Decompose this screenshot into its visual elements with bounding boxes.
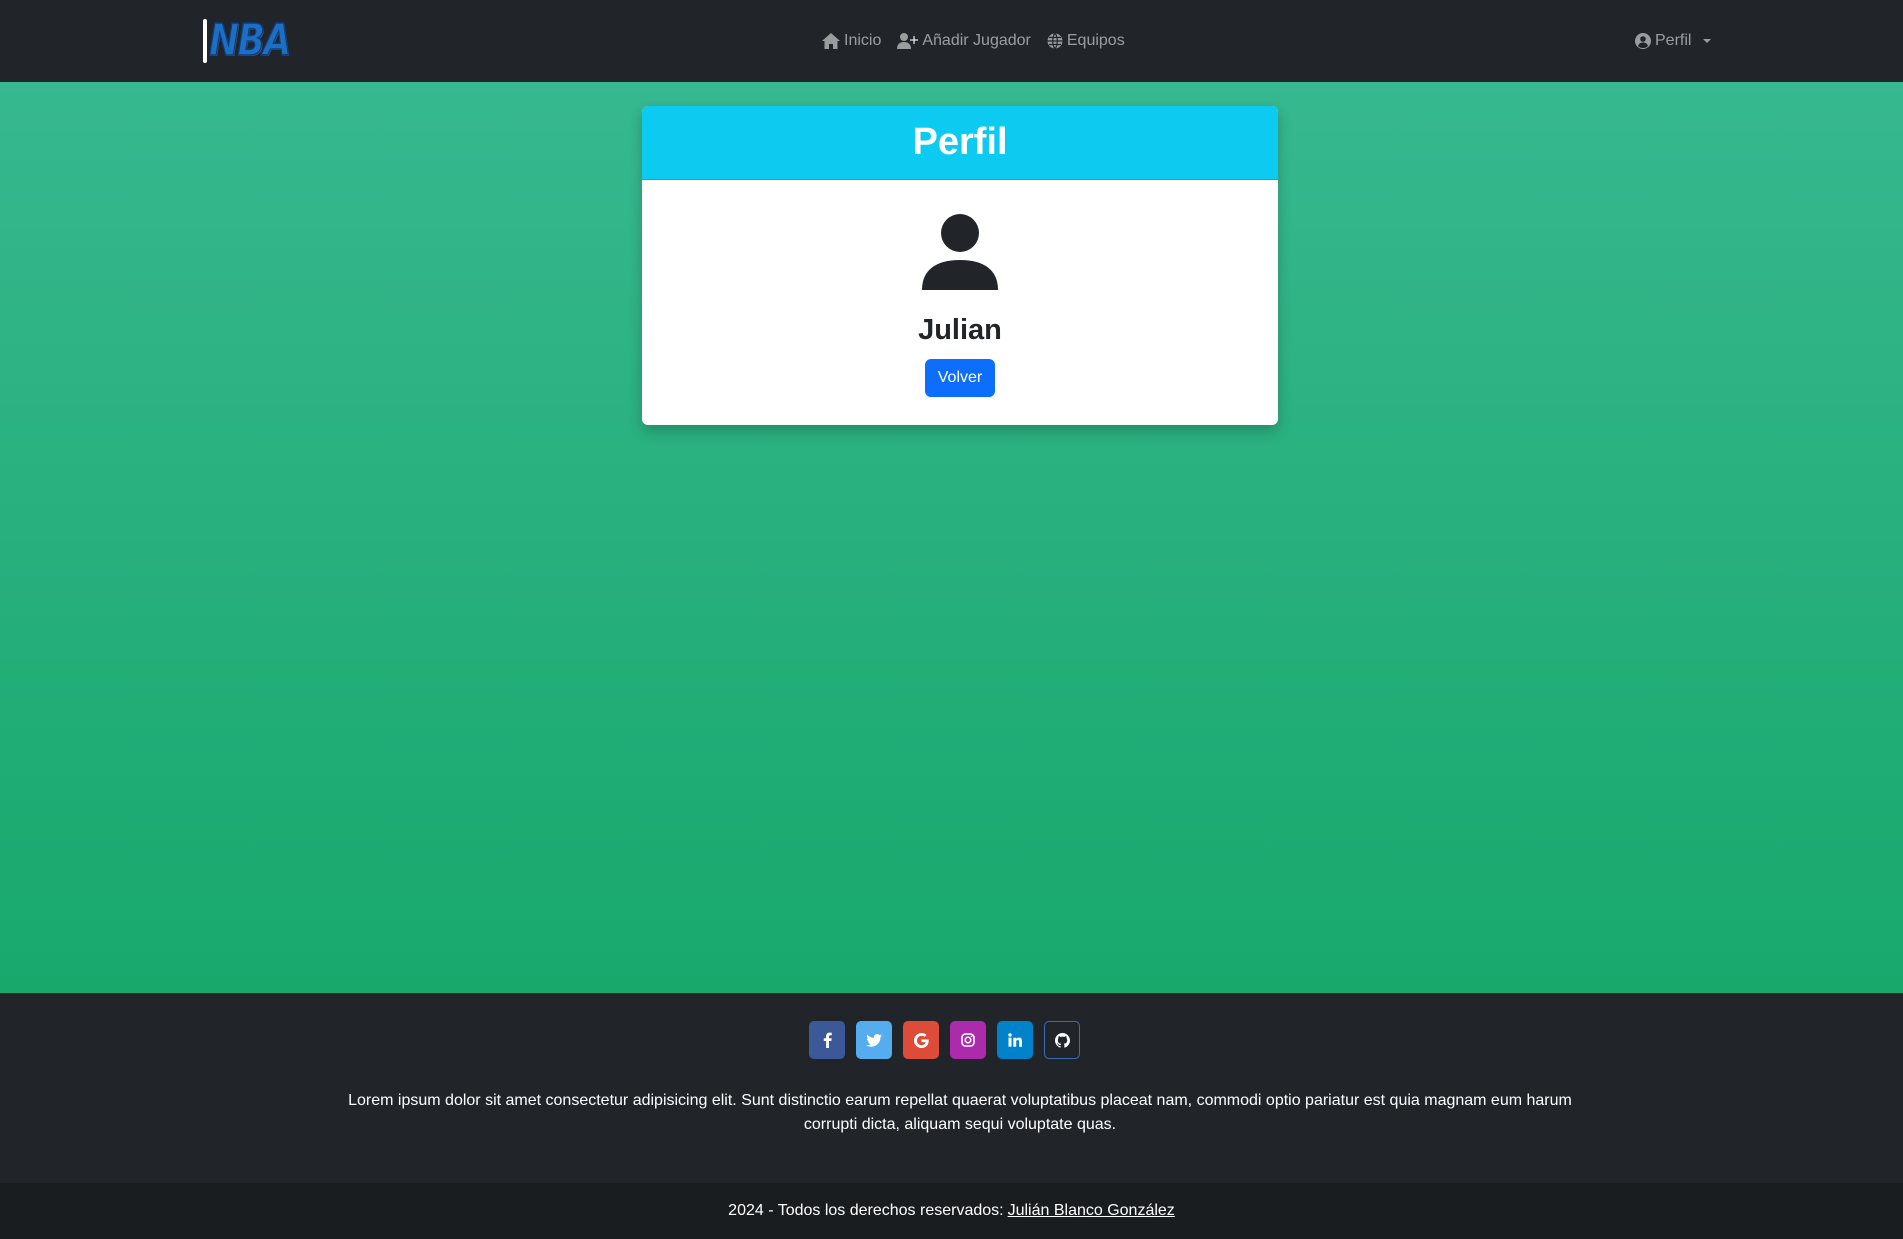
user-name: Julian [918, 314, 1002, 346]
footer-description: Lorem ipsum dolor sit amet consectetur a… [348, 1092, 1572, 1133]
card-body: Julian Volver [642, 180, 1278, 397]
nav-link-inicio[interactable]: Inicio [822, 32, 881, 50]
user-icon [922, 214, 998, 290]
nav-link-label: Equipos [1066, 32, 1125, 49]
nav-link-anadir-jugador[interactable]: Añadir Jugador [897, 32, 1031, 50]
chevron-down-icon [1703, 39, 1712, 43]
social-links [809, 1021, 1080, 1059]
nba-logoman-icon [203, 19, 207, 63]
nba-logo[interactable]: NBA [203, 15, 305, 66]
house-icon [822, 33, 840, 49]
navbar: NBA Inicio Añadir Jugador Equipos Perfil [0, 0, 1903, 82]
linkedin-icon [1008, 1033, 1022, 1047]
google-button[interactable] [903, 1021, 939, 1059]
copyright-text: 2024 - Todos los derechos reservados: [728, 1202, 1004, 1219]
page-title: Perfil [912, 121, 1008, 163]
globe-icon [1047, 33, 1063, 49]
github-icon [1054, 1032, 1070, 1048]
nav-link-equipos[interactable]: Equipos [1047, 32, 1125, 50]
logo-text: NBA [208, 15, 292, 66]
copyright-bar: 2024 - Todos los derechos reservados: Ju… [0, 1183, 1903, 1239]
facebook-icon [823, 1032, 832, 1048]
profile-card: Perfil Julian Volver [642, 106, 1278, 425]
card-header: Perfil [642, 106, 1278, 180]
google-icon [913, 1032, 929, 1048]
volver-button[interactable]: Volver [924, 359, 996, 397]
profile-dropdown[interactable]: Perfil [1635, 28, 1712, 54]
profile-label: Perfil [1655, 32, 1692, 49]
instagram-button[interactable] [950, 1021, 986, 1059]
twitter-button[interactable] [856, 1021, 892, 1059]
author-link[interactable]: Julián Blanco González [1008, 1202, 1175, 1220]
twitter-icon [866, 1033, 882, 1047]
footer: Lorem ipsum dolor sit amet consectetur a… [0, 993, 1903, 1183]
main-content: Perfil Julian Volver [0, 82, 1903, 993]
github-button[interactable] [1044, 1021, 1080, 1059]
user-circle-icon [1635, 33, 1651, 49]
nav-link-label: Añadir Jugador [922, 32, 1031, 49]
nav-link-label: Inicio [844, 32, 882, 49]
user-plus-icon [897, 33, 919, 49]
instagram-icon [961, 1033, 975, 1047]
facebook-button[interactable] [809, 1021, 845, 1059]
nav-links: Inicio Añadir Jugador Equipos [822, 28, 1125, 54]
linkedin-button[interactable] [997, 1021, 1033, 1059]
